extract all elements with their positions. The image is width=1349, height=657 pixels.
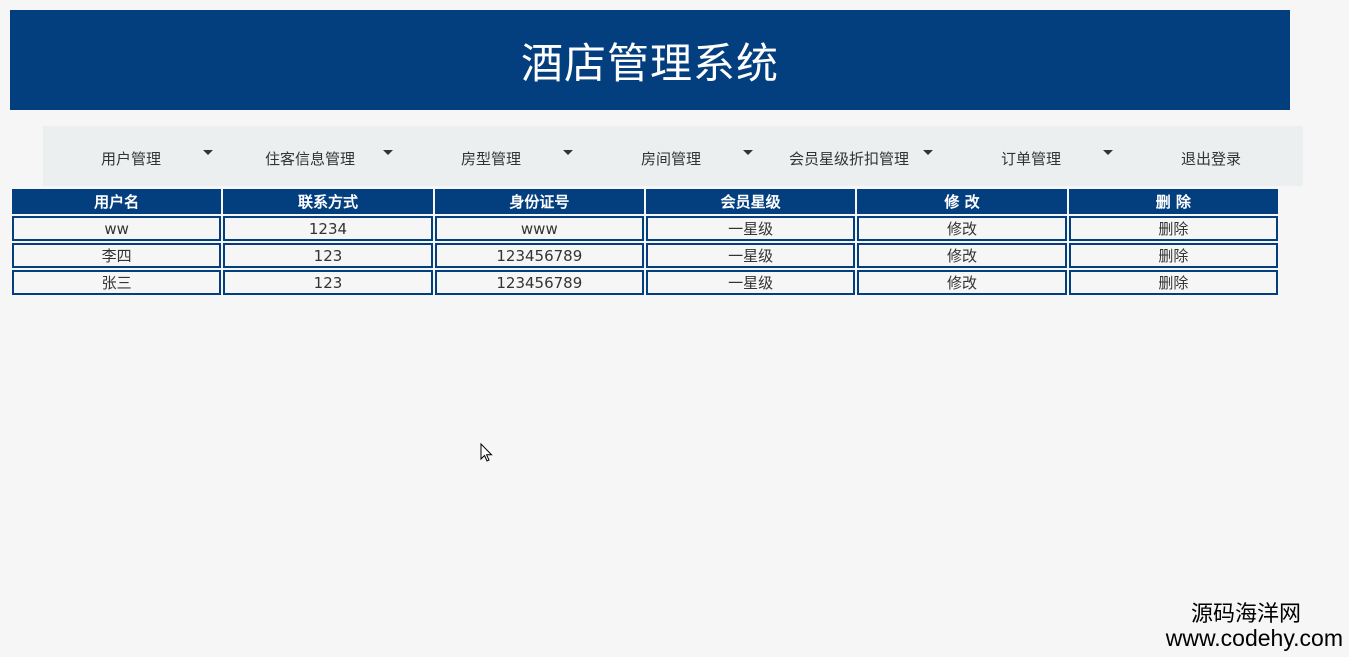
cell-member-level: 一星级	[645, 270, 856, 295]
column-header-member-level: 会员星级	[645, 189, 856, 214]
nav-item-guest-info-management[interactable]: 住客信息管理	[223, 126, 403, 186]
edit-button[interactable]: 修改	[857, 243, 1067, 268]
column-header-contact: 联系方式	[223, 189, 433, 214]
nav-item-label: 房型管理	[461, 150, 522, 168]
cell-id-number: 123456789	[434, 243, 644, 268]
user-table: 用户名 联系方式 身份证号 会员星级 修 改 删 除 ww 1234 www 一…	[10, 187, 1280, 297]
delete-button[interactable]: 删除	[1068, 216, 1278, 241]
mouse-pointer-icon	[480, 443, 493, 462]
cell-contact: 1234	[223, 216, 433, 241]
nav-item-room-type-management[interactable]: 房型管理	[403, 126, 583, 186]
nav-item-user-management[interactable]: 用户管理	[43, 126, 223, 186]
cell-contact: 123	[223, 243, 433, 268]
nav-item-label: 订单管理	[1001, 150, 1062, 168]
column-header-username: 用户名	[12, 189, 222, 214]
edit-button[interactable]: 修改	[857, 270, 1067, 295]
column-header-edit: 修 改	[857, 189, 1067, 214]
table-row: ww 1234 www 一星级 修改 删除	[12, 216, 1278, 241]
nav-item-member-discount-management[interactable]: 会员星级折扣管理	[763, 126, 943, 186]
nav-item-label: 会员星级折扣管理	[789, 150, 910, 168]
nav-item-order-management[interactable]: 订单管理	[943, 126, 1123, 186]
caret-down-icon	[203, 150, 213, 155]
nav-item-logout[interactable]: 退出登录	[1123, 126, 1303, 186]
cell-member-level: 一星级	[645, 243, 856, 268]
nav-item-label: 用户管理	[101, 150, 162, 168]
caret-down-icon	[923, 150, 933, 155]
column-header-id-number: 身份证号	[434, 189, 644, 214]
caret-down-icon	[1103, 150, 1113, 155]
main-nav: 用户管理 住客信息管理 房型管理 房间管理 会员星级折扣管理 订单管理 退出登录	[43, 126, 1303, 186]
table-row: 李四 123 123456789 一星级 修改 删除	[12, 243, 1278, 268]
cell-id-number: www	[434, 216, 644, 241]
nav-item-label: 退出登录	[1181, 150, 1242, 168]
column-header-delete: 删 除	[1068, 189, 1278, 214]
cell-id-number: 123456789	[434, 270, 644, 295]
app-header: 酒店管理系统	[10, 10, 1290, 110]
table-row: 张三 123 123456789 一星级 修改 删除	[12, 270, 1278, 295]
cell-username: 张三	[12, 270, 222, 295]
watermark-url: www.codehy.com	[1165, 624, 1343, 651]
nav-item-room-management[interactable]: 房间管理	[583, 126, 763, 186]
delete-button[interactable]: 删除	[1068, 270, 1278, 295]
delete-button[interactable]: 删除	[1068, 243, 1278, 268]
cell-username: ww	[12, 216, 222, 241]
cell-username: 李四	[12, 243, 222, 268]
nav-item-label: 房间管理	[641, 150, 702, 168]
cell-member-level: 一星级	[645, 216, 856, 241]
caret-down-icon	[563, 150, 573, 155]
watermark-title: 源码海洋网	[1190, 600, 1301, 626]
nav-item-label: 住客信息管理	[265, 150, 356, 168]
caret-down-icon	[383, 150, 393, 155]
cell-contact: 123	[223, 270, 433, 295]
edit-button[interactable]: 修改	[857, 216, 1067, 241]
watermark: 源码海洋网 www.codehy.com	[1165, 600, 1343, 651]
caret-down-icon	[743, 150, 753, 155]
table-header-row: 用户名 联系方式 身份证号 会员星级 修 改 删 除	[12, 189, 1278, 214]
page-title: 酒店管理系统	[520, 38, 779, 88]
